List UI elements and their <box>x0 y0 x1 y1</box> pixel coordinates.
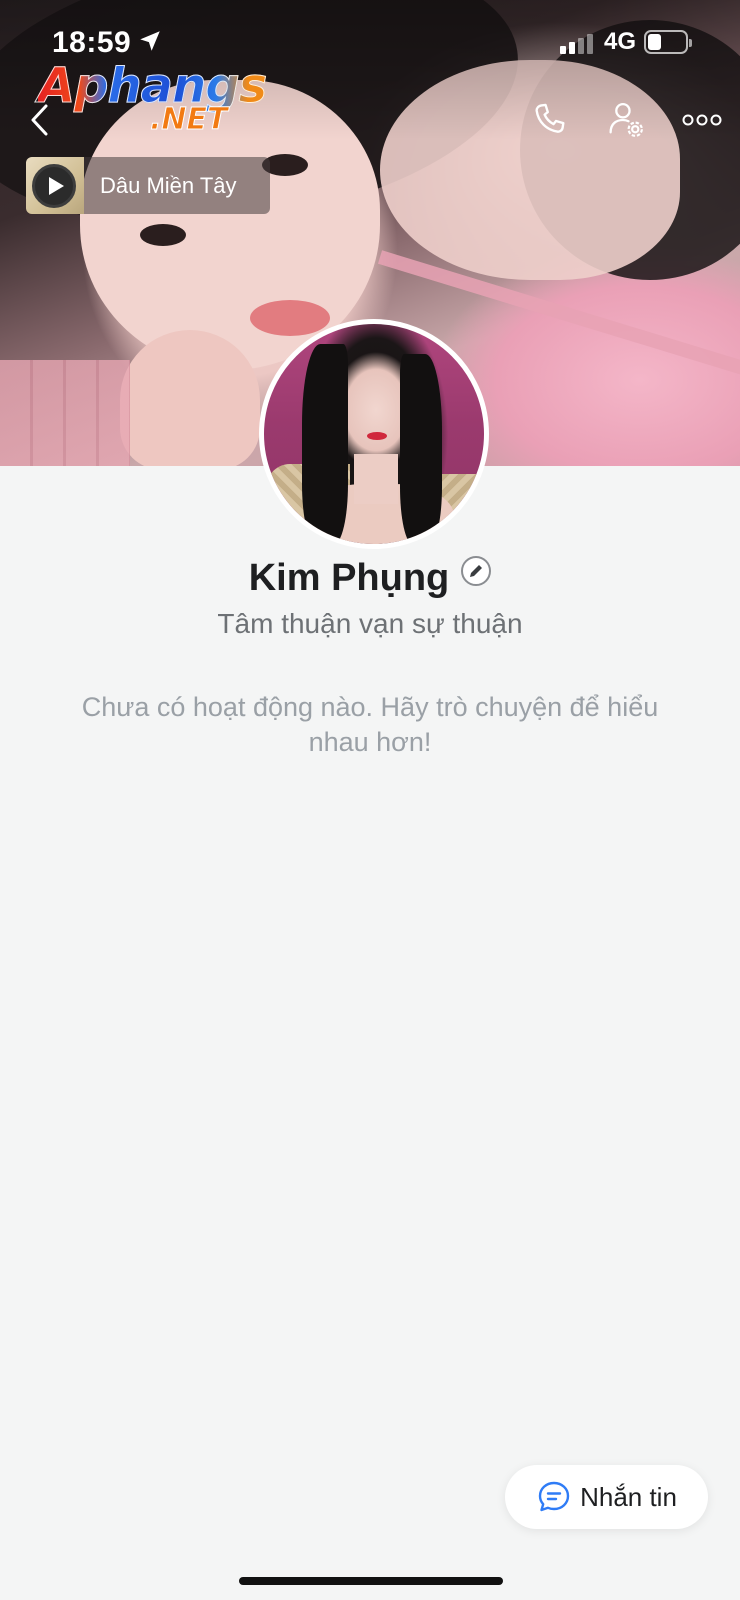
phone-icon <box>535 103 565 133</box>
pencil-icon <box>470 565 483 577</box>
message-button-label: Nhắn tin <box>580 1481 677 1512</box>
music-thumbnail <box>26 157 84 214</box>
profile-name-row: Kim Phụng <box>0 550 740 606</box>
call-button[interactable] <box>526 96 574 144</box>
play-icon[interactable] <box>32 164 76 208</box>
battery-icon <box>644 30 692 54</box>
status-time: 18:59 <box>52 26 132 59</box>
profile-status: Tâm thuận vạn sự thuận <box>217 608 523 639</box>
message-button[interactable]: Nhắn tin <box>505 1465 708 1529</box>
location-arrow-icon <box>137 28 163 54</box>
avatar[interactable] <box>259 319 489 549</box>
profile-screen: 18:59 4G Aphangs .NET Dâu Miền Tây Kim P… <box>0 0 740 1600</box>
profile-settings-button[interactable] <box>602 96 650 144</box>
more-icon <box>682 114 722 126</box>
chat-bubble-icon <box>538 1481 570 1512</box>
watermark-line2: .NET <box>149 102 228 138</box>
person-settings-icon <box>609 102 643 137</box>
empty-activity-message: Chưa có hoạt động nào. Hãy trò chuyện để… <box>81 692 659 757</box>
watermark-logo: Aphangs .NET <box>37 58 267 140</box>
signal-icon <box>560 32 594 54</box>
music-title: Dâu Miền Tây <box>100 172 237 198</box>
home-indicator[interactable] <box>239 1577 503 1585</box>
network-type: 4G <box>604 28 637 55</box>
edit-name-button[interactable] <box>461 556 492 586</box>
chevron-left-icon <box>31 104 48 136</box>
profile-music-player[interactable]: Dâu Miền Tây <box>26 157 270 214</box>
back-button[interactable] <box>16 96 64 144</box>
more-button[interactable] <box>678 96 726 144</box>
profile-name: Kim Phụng <box>248 556 450 599</box>
